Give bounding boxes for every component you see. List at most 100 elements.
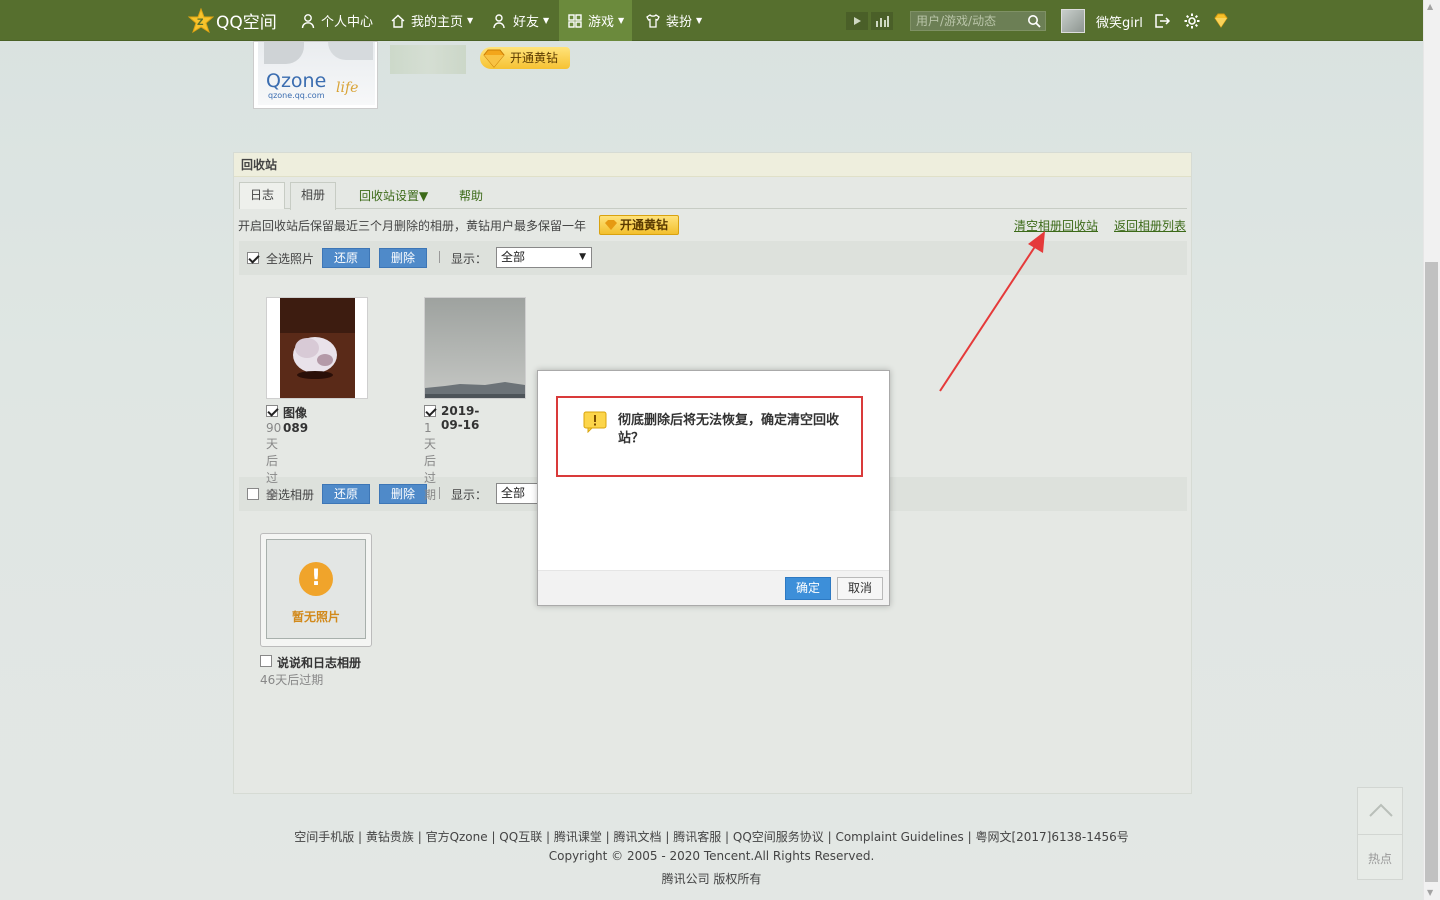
scrollbar-thumb[interactable] (1425, 262, 1438, 882)
photo-checkbox[interactable] (424, 405, 436, 417)
dropdown-arrow-icon: ▼ (579, 252, 586, 262)
nav-label: 好友 (513, 15, 540, 30)
notice-vip-button[interactable]: 开通黄钻 (599, 215, 679, 235)
play-button[interactable] (846, 12, 868, 30)
album-cover-inner: ! 暂无照片 (266, 539, 366, 639)
tab-label: 相册 (301, 188, 326, 202)
chevron-up-icon[interactable] (1368, 800, 1394, 820)
nav-personal-center[interactable]: 个人中心 (300, 0, 373, 41)
star-logo-icon: Z (188, 7, 214, 33)
nav-decorate[interactable]: 装扮 ▼ (645, 0, 702, 41)
photo-expire: 90天后过期 (266, 421, 282, 502)
show-label: 显示： (451, 488, 488, 502)
photo-name: 2019-09-16 (441, 404, 480, 432)
tab-bar: 日志 相册 回收站设置▼ 帮助 (239, 182, 1187, 210)
notice-vip-label: 开通黄钻 (620, 218, 669, 232)
scroll-down-arrow-icon[interactable]: ▼ (1427, 888, 1433, 897)
username[interactable]: 微笑girl (1096, 12, 1143, 31)
restore-albums-button[interactable]: 还原 (322, 484, 370, 504)
open-vip-button[interactable]: 开通黄钻 (480, 47, 571, 69)
user-avatar[interactable] (1061, 9, 1085, 33)
delete-albums-button[interactable]: 删除 (379, 484, 427, 504)
album-cover[interactable]: ! 暂无照片 (260, 533, 372, 647)
nav-label: 装扮 (666, 15, 693, 30)
avatar-url: qzone.qq.com (268, 91, 325, 100)
logo-text: QQ空间 (216, 13, 277, 33)
avatar-image: Qzone qzone.qq.com life (258, 42, 375, 105)
nav-label: 我的主页 (411, 15, 464, 30)
scroll-up-arrow-icon[interactable]: ▲ (1427, 2, 1433, 11)
avatar-brand: Qzone (266, 70, 327, 92)
tab-label: 日志 (250, 188, 275, 202)
person-icon (301, 13, 315, 28)
diamond-icon (483, 49, 505, 68)
chevron-down-icon: ▼ (618, 16, 625, 25)
avatar-life: life (336, 80, 359, 96)
logout-icon[interactable] (1153, 12, 1171, 30)
home-icon (391, 14, 405, 28)
bars-icon (876, 16, 889, 27)
album-expire: 46天后过期 (260, 673, 324, 687)
footer-company: 腾讯公司 版权所有 (661, 872, 762, 886)
recycle-notice: 开启回收站后保留最近三个月删除的相册，黄钻用户最多保留一年 (238, 219, 587, 233)
search-placeholder: 用户/游戏/动态 (916, 14, 997, 28)
nav-label: 个人中心 (321, 15, 374, 30)
photo-name: 图像089 (283, 406, 309, 435)
play-icon (854, 17, 861, 25)
vip-button-label: 开通黄钻 (510, 51, 559, 65)
nav-friends[interactable]: 好友 ▼ (492, 0, 549, 41)
restore-photos-button[interactable]: 还原 (322, 248, 370, 268)
delete-photos-button[interactable]: 删除 (379, 248, 427, 268)
music-chart-button[interactable] (871, 12, 893, 30)
svg-text:Z: Z (197, 18, 204, 28)
gear-icon[interactable] (1183, 12, 1201, 30)
nav-my-homepage[interactable]: 我的主页 ▼ (390, 0, 473, 41)
chevron-down-icon: ▼ (543, 16, 550, 25)
footer-links[interactable]: 空间手机版 | 黄钻贵族 | 官方Qzone | QQ互联 | 腾讯课堂 | 腾… (0, 828, 1423, 845)
tab-diary[interactable]: 日志 (239, 182, 286, 209)
search-icon[interactable] (1027, 14, 1041, 28)
album-checkbox[interactable] (260, 655, 272, 667)
diamond-icon (605, 220, 617, 230)
profile-avatar[interactable]: Qzone qzone.qq.com life (253, 41, 378, 109)
annotation-highlight-box (556, 396, 863, 477)
shirt-icon (646, 13, 660, 28)
friends-icon (493, 13, 505, 28)
grid-apps-icon (568, 13, 582, 28)
show-label: 显示： (451, 252, 488, 266)
nav-games[interactable]: 游戏 ▼ (559, 0, 633, 41)
top-navbar: Z QQ空间 个人中心 我的主页 ▼ 好友 ▼ 游戏 ▼ 装扮 ▼ 用户/游戏/… (0, 0, 1423, 41)
panel-title: 回收站 (234, 153, 1191, 177)
photo-filter-select[interactable]: 全部 ▼ (496, 247, 592, 268)
blurred-nickname (390, 45, 466, 74)
recycle-settings-link[interactable]: 回收站设置▼ (359, 187, 428, 204)
search-input[interactable]: 用户/游戏/动态 (910, 11, 1046, 31)
exclamation-icon: ! (299, 562, 333, 596)
photo-thumbnail[interactable] (266, 297, 368, 399)
select-all-albums-checkbox[interactable] (247, 488, 259, 500)
cancel-button[interactable]: 取消 (837, 577, 883, 600)
select-all-photos-checkbox[interactable] (247, 252, 259, 264)
select-all-photos-label: 全选照片 (266, 252, 315, 266)
diamond-icon[interactable] (1212, 12, 1230, 30)
photo-thumbnail[interactable] (424, 297, 526, 399)
hot-topics-label[interactable]: 热点 (1358, 850, 1402, 867)
annotation-arrow-icon (939, 231, 1045, 392)
tab-album[interactable]: 相册 (290, 182, 337, 210)
help-link[interactable]: 帮助 (459, 187, 483, 204)
back-to-top-widget[interactable]: 热点 (1357, 787, 1403, 880)
empty-album-text: 暂无照片 (291, 610, 340, 624)
select-value: 全部 (501, 250, 526, 264)
select-value: 全部 (501, 486, 526, 500)
dialog-footer: 确定 取消 (538, 570, 889, 605)
confirm-button[interactable]: 确定 (785, 577, 831, 600)
chevron-down-icon: ▼ (696, 16, 703, 25)
photo-checkbox[interactable] (266, 405, 278, 417)
divider (439, 251, 440, 263)
album-name: 说说和日志相册 (277, 656, 362, 670)
back-to-album-list-link[interactable]: 返回相册列表 (1114, 217, 1186, 234)
qzone-logo[interactable]: Z QQ空间 (188, 7, 277, 34)
divider (1358, 834, 1402, 835)
landscape-photo (425, 298, 525, 398)
chevron-down-icon: ▼ (467, 16, 474, 25)
